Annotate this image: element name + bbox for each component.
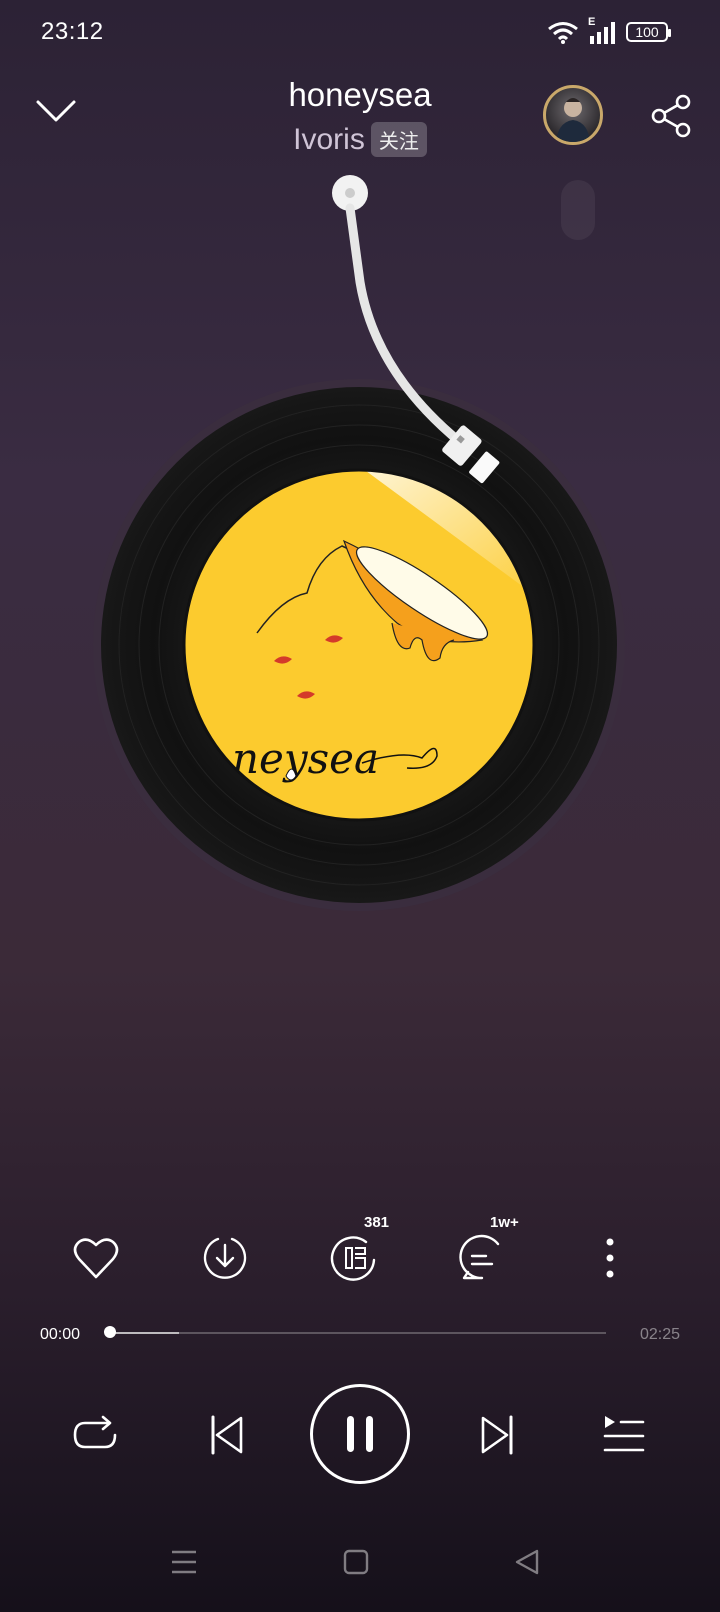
song-title: honeysea: [288, 76, 432, 113]
next-icon: [481, 1415, 513, 1455]
like-button[interactable]: [66, 1228, 126, 1288]
total-time: 02:25: [639, 1326, 680, 1343]
menu-icon: [172, 1550, 196, 1574]
progress-knob[interactable]: [104, 1326, 116, 1338]
status-time: 23:12: [41, 18, 104, 45]
avatar[interactable]: [543, 85, 603, 145]
next-button[interactable]: [474, 1412, 520, 1458]
tonearm: [332, 175, 500, 484]
share-icon: [651, 94, 691, 138]
previous-icon: [211, 1415, 243, 1455]
karaoke-button[interactable]: 381: [324, 1214, 389, 1288]
artist-row: Ivoris 关注: [0, 122, 720, 157]
battery-indicator: 100: [626, 22, 671, 42]
repeat-button[interactable]: [70, 1412, 120, 1458]
download-icon: [203, 1237, 247, 1279]
heart-icon: [73, 1238, 119, 1279]
svg-text:neysea: neysea: [232, 734, 379, 783]
repeat-icon: [73, 1415, 117, 1449]
current-time: 00:00: [40, 1326, 81, 1343]
karaoke-count: 381: [364, 1214, 390, 1231]
follow-button[interactable]: 关注: [370, 122, 427, 157]
previous-button[interactable]: [204, 1412, 250, 1458]
comment-icon: [459, 1234, 500, 1280]
pause-icon: [347, 1416, 373, 1452]
artist-name[interactable]: Ivoris: [293, 123, 365, 157]
more-icon: [606, 1238, 614, 1278]
comments-button[interactable]: 1w+: [452, 1214, 519, 1288]
menu-nav-button[interactable]: [170, 1548, 198, 1576]
back-icon: [515, 1549, 539, 1575]
person-icon: [556, 98, 590, 142]
playlist-icon: [603, 1416, 645, 1452]
square-icon: [343, 1549, 369, 1575]
progress-track[interactable]: [110, 1332, 606, 1334]
karaoke-icon: [330, 1236, 376, 1281]
more-button[interactable]: [580, 1228, 640, 1288]
lyrics-toggle[interactable]: [561, 180, 595, 240]
playlist-button[interactable]: [600, 1412, 646, 1458]
signal-icon: E: [588, 16, 618, 44]
download-button[interactable]: [195, 1228, 255, 1288]
share-button[interactable]: [650, 94, 694, 138]
home-nav-button[interactable]: [342, 1548, 370, 1576]
pause-button[interactable]: [310, 1384, 410, 1484]
wifi-icon: [548, 22, 578, 44]
back-nav-button[interactable]: [513, 1548, 541, 1576]
buffer-fill: [110, 1332, 180, 1334]
comments-count: 1w+: [490, 1214, 519, 1231]
status-icons: E 100: [546, 16, 671, 44]
